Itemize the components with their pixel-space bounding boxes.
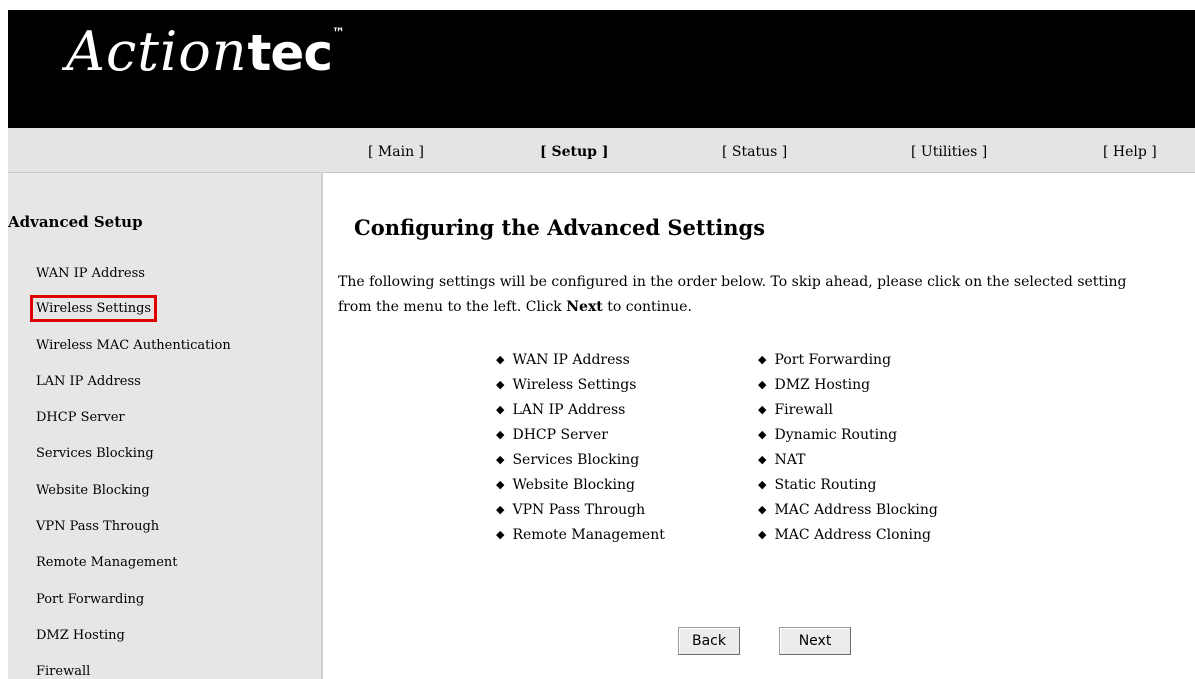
settings-list-left: WAN IP Address Wireless Settings LAN IP … [496,348,665,548]
list-item: Port Forwarding [758,348,938,373]
list-item: Wireless Settings [496,373,665,398]
logo-trademark: ™ [331,26,345,41]
sidebar-item-dmz-hosting[interactable]: DMZ Hosting [36,628,125,643]
sidebar-item-wireless-mac-authentication[interactable]: Wireless MAC Authentication [36,338,231,353]
list-item: Firewall [758,398,938,423]
nav-utilities-link[interactable]: [ Utilities ] [911,144,987,160]
nav-status-link[interactable]: [ Status ] [722,144,787,160]
sidebar-item-vpn-pass-through[interactable]: VPN Pass Through [36,519,159,534]
next-button[interactable]: Next [779,627,851,655]
list-item: Website Blocking [496,473,665,498]
list-item: VPN Pass Through [496,498,665,523]
settings-list-right: Port Forwarding DMZ Hosting Firewall Dyn… [758,348,938,548]
page-title: Configuring the Advanced Settings [354,215,766,240]
intro-paragraph: The following settings will be configure… [338,270,1158,320]
sidebar-item-wan-ip-address[interactable]: WAN IP Address [36,266,145,281]
actiontec-logo: Actiontec™ [66,20,345,83]
sidebar-item-website-blocking[interactable]: Website Blocking [36,483,150,498]
sidebar-item-firewall[interactable]: Firewall [36,664,90,679]
sidebar-item-wireless-settings[interactable]: Wireless Settings [29,295,158,322]
logo-script-text: Action [66,20,248,83]
list-item: NAT [758,448,938,473]
intro-text-part2: to continue. [602,299,692,315]
sidebar-item-remote-management[interactable]: Remote Management [36,555,178,570]
list-item: DHCP Server [496,423,665,448]
top-margin [0,0,1195,10]
header-banner: Actiontec™ [8,10,1195,128]
nav-main-link[interactable]: [ Main ] [368,144,424,160]
sidebar-item-port-forwarding[interactable]: Port Forwarding [36,592,144,607]
list-item: MAC Address Cloning [758,523,938,548]
sidebar-item-dhcp-server[interactable]: DHCP Server [36,410,125,425]
list-item: Dynamic Routing [758,423,938,448]
list-item: Static Routing [758,473,938,498]
list-item: WAN IP Address [496,348,665,373]
list-item: DMZ Hosting [758,373,938,398]
logo-tec-text: tec [247,24,333,82]
list-item: MAC Address Blocking [758,498,937,523]
list-item: Services Blocking [496,448,665,473]
nav-help-link[interactable]: [ Help ] [1103,144,1157,160]
sidebar-item-lan-ip-address[interactable]: LAN IP Address [36,374,141,389]
intro-next-emphasis: Next [566,299,603,315]
nav-setup-link[interactable]: [ Setup ] [540,144,608,160]
list-item: Remote Management [496,523,664,548]
list-item: LAN IP Address [496,398,665,423]
sidebar-title: Advanced Setup [8,213,143,231]
intro-text-part1: The following settings will be configure… [338,274,1127,315]
back-button[interactable]: Back [678,627,740,655]
sidebar-item-services-blocking[interactable]: Services Blocking [36,446,154,461]
